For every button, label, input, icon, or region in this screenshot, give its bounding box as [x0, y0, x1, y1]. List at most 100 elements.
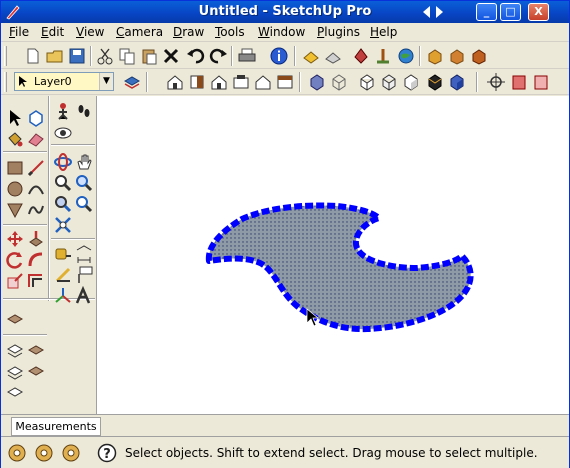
measurements-box[interactable]: Measurements: [11, 417, 101, 436]
stamp-icon[interactable]: [26, 362, 46, 382]
menu-file[interactable]: File: [9, 25, 29, 39]
section-plane-icon[interactable]: [486, 72, 506, 92]
move-tool-icon[interactable]: [5, 229, 25, 249]
hidden-line-style-icon[interactable]: [357, 72, 377, 92]
dimension-tool-icon[interactable]: [74, 244, 94, 264]
drawing-canvas[interactable]: [97, 96, 569, 414]
close-button[interactable]: X: [528, 3, 549, 21]
front-view-icon[interactable]: [209, 72, 229, 92]
rectangle-tool-icon[interactable]: [5, 158, 25, 178]
3d-text-icon[interactable]: [74, 286, 94, 306]
layer-manager-icon[interactable]: [122, 72, 142, 92]
menu-tools[interactable]: Tools: [215, 25, 245, 39]
zoom-window-icon[interactable]: [74, 173, 94, 193]
line-tool-icon[interactable]: [26, 158, 46, 178]
orbit-tool-icon[interactable]: [53, 152, 73, 172]
from-contours-icon[interactable]: [5, 341, 25, 361]
cut-icon[interactable]: [95, 46, 115, 66]
redo-icon[interactable]: [208, 46, 228, 66]
wireframe-style-icon[interactable]: [329, 72, 349, 92]
layer-dropdown[interactable]: Layer0 ▼: [14, 72, 114, 91]
menu-draw[interactable]: Draw: [173, 25, 204, 39]
undo-icon[interactable]: [186, 46, 206, 66]
new-file-icon[interactable]: [23, 46, 43, 66]
menu-edit[interactable]: Edit: [41, 25, 64, 39]
eraser-icon[interactable]: [26, 129, 46, 149]
display-section-cuts-icon[interactable]: [531, 72, 551, 92]
drape-icon[interactable]: [5, 383, 25, 403]
arc-tool-icon[interactable]: [26, 179, 46, 199]
freehand-tool-icon[interactable]: [26, 200, 46, 220]
menu-plugins[interactable]: Plugins: [317, 25, 360, 39]
back-view-icon[interactable]: [253, 72, 273, 92]
dynamic-component-icon[interactable]: [425, 46, 445, 66]
share-model-icon[interactable]: [323, 46, 343, 66]
paste-icon[interactable]: [139, 46, 159, 66]
user-icon[interactable]: [61, 443, 81, 463]
resize-arrows-icon[interactable]: [421, 5, 445, 19]
erase-x-icon[interactable]: [161, 46, 181, 66]
paint-bucket-icon[interactable]: [5, 129, 25, 149]
axes-tool-icon[interactable]: [53, 286, 73, 306]
previous-view-icon[interactable]: [74, 194, 94, 214]
sandbox-icon[interactable]: [5, 309, 25, 329]
place-model-icon[interactable]: [373, 46, 393, 66]
shaded-style-icon[interactable]: [379, 72, 399, 92]
display-section-planes-icon[interactable]: [509, 72, 529, 92]
pan-tool-icon[interactable]: [74, 152, 94, 172]
print-icon[interactable]: [237, 46, 257, 66]
credits-icon[interactable]: [34, 443, 54, 463]
shaded-blue-style-icon[interactable]: [447, 72, 467, 92]
zoom-extents-icon[interactable]: [53, 194, 73, 214]
push-pull-tool-icon[interactable]: [26, 229, 46, 249]
follow-me-tool-icon[interactable]: [26, 250, 46, 270]
circle-tool-icon[interactable]: [5, 179, 25, 199]
xray-style-icon[interactable]: [307, 72, 327, 92]
share-component-icon[interactable]: [351, 46, 371, 66]
chevron-down-icon[interactable]: ▼: [99, 73, 113, 90]
polygon-tool-icon[interactable]: [5, 200, 25, 220]
help-question-icon[interactable]: ?: [97, 443, 117, 463]
menu-camera[interactable]: Camera: [116, 25, 163, 39]
menu-view[interactable]: View: [76, 25, 104, 39]
shaded-texture-style-icon[interactable]: [401, 72, 421, 92]
monochrome-style-icon[interactable]: [425, 72, 445, 92]
maximize-button[interactable]: □: [500, 3, 521, 21]
from-scratch-icon[interactable]: [26, 341, 46, 361]
scale-tool-icon[interactable]: [5, 271, 25, 291]
offset-tool-icon[interactable]: [26, 271, 46, 291]
get-models-icon[interactable]: [301, 46, 321, 66]
rotate-tool-icon[interactable]: [5, 250, 25, 270]
iso-view-icon[interactable]: [165, 72, 185, 92]
walk-tool-icon[interactable]: [53, 101, 73, 121]
title-bar[interactable]: Untitled - SketchUp Pro _ □ X: [1, 1, 569, 23]
right-view-icon[interactable]: [231, 72, 251, 92]
make-component-icon[interactable]: [26, 108, 46, 128]
next-view-icon[interactable]: [53, 215, 73, 235]
select-tool-icon[interactable]: [5, 108, 25, 128]
google-earth-icon[interactable]: [396, 46, 416, 66]
model-info-icon[interactable]: [269, 46, 289, 66]
footprints-icon[interactable]: [74, 101, 94, 121]
geo-location-icon[interactable]: [7, 443, 27, 463]
menu-window[interactable]: Window: [258, 25, 305, 39]
look-around-tool-icon[interactable]: [53, 123, 73, 143]
save-icon[interactable]: [67, 46, 87, 66]
toolbar-grip[interactable]: [4, 72, 7, 92]
component-attributes-icon[interactable]: [469, 46, 489, 66]
top-view-icon[interactable]: [187, 72, 207, 92]
text-tool-icon[interactable]: [74, 265, 94, 285]
tape-measure-icon[interactable]: [53, 244, 73, 264]
copy-icon[interactable]: [117, 46, 137, 66]
left-view-icon[interactable]: [275, 72, 295, 92]
zoom-tool-icon[interactable]: [53, 173, 73, 193]
arrow-cursor-icon: [19, 76, 27, 87]
selected-face-shape[interactable]: [97, 96, 569, 414]
menu-help[interactable]: Help: [370, 25, 397, 39]
toolbar-grip[interactable]: [4, 46, 7, 66]
smoove-icon[interactable]: [5, 362, 25, 382]
open-folder-icon[interactable]: [45, 46, 65, 66]
component-options-icon[interactable]: [447, 46, 467, 66]
minimize-button[interactable]: _: [476, 3, 497, 21]
protractor-icon[interactable]: [53, 265, 73, 285]
